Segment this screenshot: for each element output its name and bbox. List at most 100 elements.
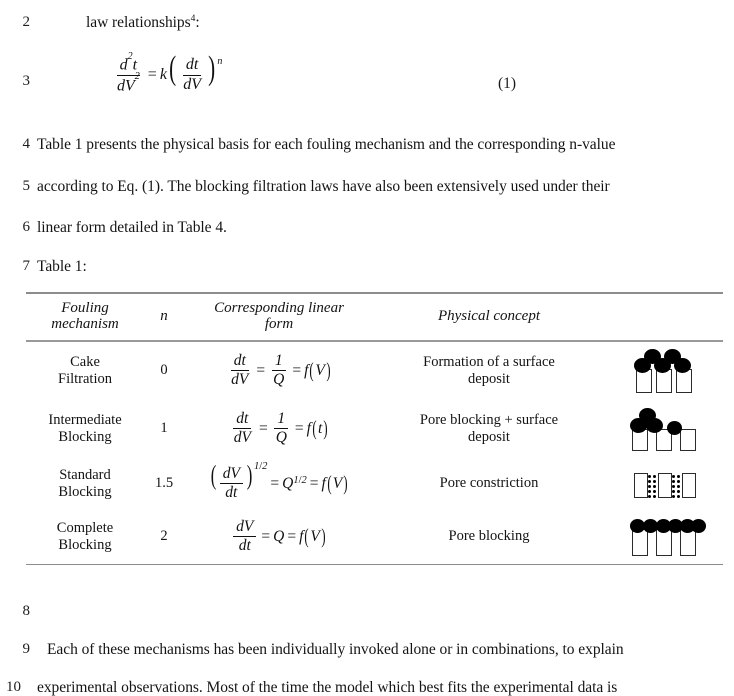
denominator-dV: dV: [233, 429, 251, 447]
pore-rect-2: [655, 528, 672, 556]
constriction-dot: [671, 479, 675, 483]
equals-sign-1: =: [270, 474, 280, 492]
particle-6: [690, 518, 706, 533]
physical-concept-line1: Pore blocking: [448, 528, 530, 545]
line-number-10: 10: [6, 679, 21, 695]
table-bottom-rule-cell: [26, 563, 723, 566]
equation-number-1: (1): [498, 75, 517, 92]
mechanism-line1: Cake: [70, 354, 100, 371]
header-corresponding-linear-form: Corresponding linear form: [184, 294, 374, 341]
denominator-dt: dt: [225, 484, 238, 502]
physical-concept-line2: deposit: [468, 370, 510, 387]
exponent-2-denominator: 2: [134, 71, 140, 83]
function-argument: V: [310, 527, 320, 545]
right-paren: ): [326, 357, 331, 382]
paragraph-line-10: experimental observations. Most of the t…: [37, 679, 618, 696]
exponent-denominator: 2: [301, 474, 307, 486]
intermediate-blocking-diagram: [618, 407, 710, 451]
physical-concept-line1: Formation of a surface: [423, 354, 555, 371]
law-relationships-text: law relationships: [86, 14, 191, 31]
display-equation-1: d2t dV2 = k ( dt dV ) n: [112, 50, 223, 112]
pore-rect-3: [681, 472, 696, 498]
left-paren: (: [169, 50, 177, 88]
table-header-row: Fouling mechanism n Corresponding linear…: [26, 294, 723, 341]
fraction-dV-dt: dV dt: [233, 519, 257, 555]
mechanism-line1: Standard: [59, 467, 111, 484]
physical-concept-line2: deposit: [468, 428, 510, 445]
fraction-1-Q: 1 Q: [270, 353, 287, 388]
constriction-dot: [671, 484, 675, 488]
fouling-mechanism-table: Fouling mechanism n Corresponding linear…: [26, 292, 723, 566]
equals-sign-1: =: [258, 419, 268, 437]
equation-1-inner-fraction: dt dV: [180, 57, 204, 93]
denominator-Q: Q: [275, 429, 287, 447]
paragraph-line-2: law relationships4:: [86, 14, 200, 31]
header-linear-form-line1: Corresponding linear: [214, 299, 344, 316]
paragraph-line-6: linear form detailed in Table 4.: [37, 219, 227, 236]
cake-filtration-diagram: [618, 348, 710, 393]
cell-equation-intermediate-blocking: dt dV = 1 Q = f (t): [184, 400, 374, 458]
pore-constriction-diagram: [618, 465, 710, 503]
header-diagram: [604, 294, 723, 341]
constriction-dot: [647, 489, 651, 493]
equation-1-math: d2t dV2 = k ( dt dV ) n: [112, 50, 223, 95]
equation-1-inner-numerator: dt: [182, 57, 202, 76]
mechanism-line2: Filtration: [58, 370, 112, 387]
constriction-dot: [676, 489, 680, 493]
equals-sign-1: =: [261, 527, 271, 545]
constriction-dot: [676, 484, 680, 488]
table-bottom-rule: [26, 563, 723, 566]
numerator-dV: dV: [233, 519, 257, 538]
equation-cake-filtration: dt dV = 1 Q = f (V): [226, 353, 332, 388]
header-fouling-mechanism-line1: Fouling: [61, 299, 109, 316]
equation-1-lhs-denominator: dV2: [114, 72, 143, 95]
header-n: n: [160, 307, 168, 324]
particle-upper-2: [663, 348, 681, 364]
function-argument: V: [315, 361, 325, 379]
equals-sign-2: =: [292, 361, 302, 379]
equals-sign-1: =: [256, 361, 266, 379]
k-coefficient: k: [159, 66, 167, 84]
right-paren: ): [321, 523, 326, 548]
mechanism-line1: Complete: [56, 520, 114, 537]
constriction-dot: [647, 494, 651, 498]
header-fouling-mechanism: Fouling mechanism: [26, 294, 144, 341]
function-argument: t: [317, 419, 323, 437]
denominator-dt: dt: [238, 537, 251, 555]
constriction-dot: [652, 474, 656, 478]
constriction-dot: [676, 494, 680, 498]
left-paren: (: [327, 470, 332, 495]
cell-equation-complete-blocking: dV dt = Q = f (V): [184, 510, 374, 564]
colon-text: :: [195, 14, 200, 31]
numerator-dt: dt: [233, 411, 252, 430]
cell-physical-concept-intermediate-blocking: Pore blocking + surface deposit: [374, 400, 604, 458]
equation-1-lhs-fraction: d2t dV2: [114, 51, 143, 95]
right-paren: ): [323, 415, 328, 440]
constriction-dot: [652, 484, 656, 488]
cell-mechanism-complete-blocking: Complete Blocking: [26, 510, 144, 564]
function-f: f: [306, 419, 311, 437]
left-paren: (: [210, 460, 217, 491]
right-paren: ): [343, 470, 348, 495]
function-f: f: [304, 361, 309, 379]
exponent-n: n: [217, 56, 223, 68]
table-caption: Table 1:: [37, 258, 87, 275]
paragraph-line-5: according to Eq. (1). The blocking filtr…: [37, 178, 610, 195]
dV-symbol: dV: [117, 76, 135, 94]
denominator-Q: Q: [273, 371, 285, 389]
constriction-dot: [671, 494, 675, 498]
fraction-1-Q: 1 Q: [273, 411, 290, 446]
left-paren: (: [304, 523, 309, 548]
cell-diagram-cake-filtration: [604, 342, 723, 400]
physical-concept-line1: Pore constriction: [439, 475, 539, 492]
d-symbol: d: [119, 56, 128, 74]
particle-3: [638, 407, 656, 423]
cell-n-value: 2: [160, 528, 168, 545]
equation-intermediate-blocking: dt dV = 1 Q = f (t): [229, 411, 330, 446]
equals-sign: =: [147, 66, 157, 84]
line-number-3: 3: [22, 73, 31, 89]
cell-diagram-standard-blocking: [604, 458, 723, 510]
header-linear-form-line2: form: [264, 316, 294, 333]
cell-mechanism-intermediate-blocking: Intermediate Blocking: [26, 400, 144, 458]
equals-sign-2: =: [294, 419, 304, 437]
